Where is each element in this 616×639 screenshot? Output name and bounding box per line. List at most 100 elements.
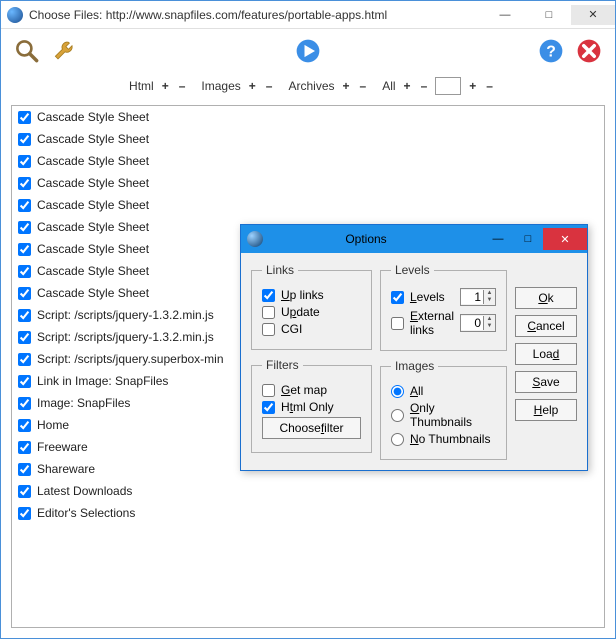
list-item-checkbox[interactable] bbox=[18, 419, 31, 432]
list-item-checkbox[interactable] bbox=[18, 133, 31, 146]
levels-legend: Levels bbox=[391, 263, 434, 277]
close-icon[interactable] bbox=[573, 35, 605, 67]
window-title: Choose Files: http://www.snapfiles.com/f… bbox=[29, 8, 483, 22]
links-legend: Links bbox=[262, 263, 298, 277]
list-item-checkbox[interactable] bbox=[18, 243, 31, 256]
list-item[interactable]: Cascade Style Sheet bbox=[12, 172, 604, 194]
list-item-label: Cascade Style Sheet bbox=[37, 242, 149, 256]
dialog-title: Options bbox=[269, 232, 483, 246]
external-checkbox[interactable] bbox=[391, 317, 404, 330]
filter-html-plus[interactable]: + bbox=[160, 79, 171, 93]
dialog-maximize-button[interactable]: □ bbox=[513, 228, 543, 250]
choose-filter-button[interactable]: Choose filter bbox=[262, 417, 361, 439]
filter-images-plus[interactable]: + bbox=[247, 79, 258, 93]
uplinks-checkbox[interactable] bbox=[262, 289, 275, 302]
list-item-checkbox[interactable] bbox=[18, 507, 31, 520]
filter-bar: Html + – Images + – Archives + – All + –… bbox=[1, 73, 615, 99]
levels-value[interactable] bbox=[461, 290, 483, 304]
list-item[interactable]: Cascade Style Sheet bbox=[12, 106, 604, 128]
filter-archives-label: Archives bbox=[288, 79, 334, 93]
list-item[interactable]: Cascade Style Sheet bbox=[12, 150, 604, 172]
list-item-label: Cascade Style Sheet bbox=[37, 110, 149, 124]
images-onlythumbs-radio[interactable] bbox=[391, 409, 404, 422]
images-all-radio[interactable] bbox=[391, 385, 404, 398]
toolbar: ? bbox=[1, 29, 615, 73]
list-item-checkbox[interactable] bbox=[18, 177, 31, 190]
filter-archives-plus[interactable]: + bbox=[341, 79, 352, 93]
maximize-button[interactable]: □ bbox=[527, 5, 571, 25]
help-button[interactable]: Help bbox=[515, 399, 577, 421]
cgi-checkbox[interactable] bbox=[262, 323, 275, 336]
filter-archives-minus[interactable]: – bbox=[358, 79, 369, 93]
list-item-checkbox[interactable] bbox=[18, 111, 31, 124]
list-item-checkbox[interactable] bbox=[18, 331, 31, 344]
list-item-checkbox[interactable] bbox=[18, 309, 31, 322]
list-item-label: Cascade Style Sheet bbox=[37, 220, 149, 234]
list-item-checkbox[interactable] bbox=[18, 441, 31, 454]
update-checkbox[interactable] bbox=[262, 306, 275, 319]
filter-images-label: Images bbox=[201, 79, 240, 93]
list-item-checkbox[interactable] bbox=[18, 287, 31, 300]
list-item-checkbox[interactable] bbox=[18, 375, 31, 388]
dialog-close-button[interactable]: ✕ bbox=[543, 228, 587, 250]
dialog-app-icon bbox=[247, 231, 263, 247]
getmap-label: Get map bbox=[281, 383, 327, 397]
help-icon[interactable]: ? bbox=[535, 35, 567, 67]
dialog-titlebar: Options — □ ✕ bbox=[241, 225, 587, 253]
list-item-label: Cascade Style Sheet bbox=[37, 286, 149, 300]
uplinks-label: Up links bbox=[281, 288, 324, 302]
images-onlythumbs-label: Only Thumbnails bbox=[410, 401, 496, 429]
filter-images-minus[interactable]: – bbox=[264, 79, 275, 93]
images-nothumbs-radio[interactable] bbox=[391, 433, 404, 446]
list-item-checkbox[interactable] bbox=[18, 485, 31, 498]
list-item[interactable]: Editor's Selections bbox=[12, 502, 604, 524]
getmap-checkbox[interactable] bbox=[262, 384, 275, 397]
search-icon[interactable] bbox=[11, 35, 43, 67]
cancel-button[interactable]: Cancel bbox=[515, 315, 577, 337]
external-label: External links bbox=[410, 309, 454, 337]
list-item[interactable]: Cascade Style Sheet bbox=[12, 194, 604, 216]
filter-all-minus[interactable]: – bbox=[419, 79, 430, 93]
filter-html-minus[interactable]: – bbox=[177, 79, 188, 93]
save-button[interactable]: Save bbox=[515, 371, 577, 393]
list-item-label: Latest Downloads bbox=[37, 484, 132, 498]
levels-checkbox[interactable] bbox=[391, 291, 404, 304]
filter-input[interactable] bbox=[435, 77, 461, 95]
list-item-label: Shareware bbox=[37, 462, 95, 476]
filter-box-minus[interactable]: – bbox=[484, 79, 495, 93]
list-item-checkbox[interactable] bbox=[18, 463, 31, 476]
list-item-label: Link in Image: SnapFiles bbox=[37, 374, 168, 388]
list-item-checkbox[interactable] bbox=[18, 397, 31, 410]
dialog-minimize-button[interactable]: — bbox=[483, 228, 513, 250]
images-all-label: All bbox=[410, 384, 423, 398]
list-item-checkbox[interactable] bbox=[18, 221, 31, 234]
images-group: Images All Only Thumbnails No Thumbnails bbox=[380, 359, 507, 460]
htmlonly-checkbox[interactable] bbox=[262, 401, 275, 414]
minimize-button[interactable]: — bbox=[483, 5, 527, 25]
list-item-checkbox[interactable] bbox=[18, 155, 31, 168]
options-dialog: Options — □ ✕ Links Up links Update CGI … bbox=[240, 224, 588, 471]
cgi-label: CGI bbox=[281, 322, 302, 336]
external-value[interactable] bbox=[461, 316, 483, 330]
close-button[interactable]: ✕ bbox=[571, 5, 615, 25]
load-button[interactable]: Load bbox=[515, 343, 577, 365]
filter-all-plus[interactable]: + bbox=[402, 79, 413, 93]
list-item-label: Script: /scripts/jquery-1.3.2.min.js bbox=[37, 308, 214, 322]
list-item-checkbox[interactable] bbox=[18, 265, 31, 278]
list-item-label: Cascade Style Sheet bbox=[37, 132, 149, 146]
list-item-checkbox[interactable] bbox=[18, 199, 31, 212]
filter-box-plus[interactable]: + bbox=[467, 79, 478, 93]
ok-button[interactable]: Ok bbox=[515, 287, 577, 309]
list-item-label: Cascade Style Sheet bbox=[37, 154, 149, 168]
play-icon[interactable] bbox=[292, 35, 324, 67]
filter-all-label: All bbox=[382, 79, 395, 93]
list-item-label: Cascade Style Sheet bbox=[37, 176, 149, 190]
settings-icon[interactable] bbox=[49, 35, 81, 67]
list-item[interactable]: Latest Downloads bbox=[12, 480, 604, 502]
external-spinner[interactable]: ▲▼ bbox=[460, 314, 496, 332]
list-item-label: Cascade Style Sheet bbox=[37, 264, 149, 278]
list-item[interactable]: Cascade Style Sheet bbox=[12, 128, 604, 150]
list-item-checkbox[interactable] bbox=[18, 353, 31, 366]
levels-spinner[interactable]: ▲▼ bbox=[460, 288, 496, 306]
titlebar: Choose Files: http://www.snapfiles.com/f… bbox=[1, 1, 615, 29]
